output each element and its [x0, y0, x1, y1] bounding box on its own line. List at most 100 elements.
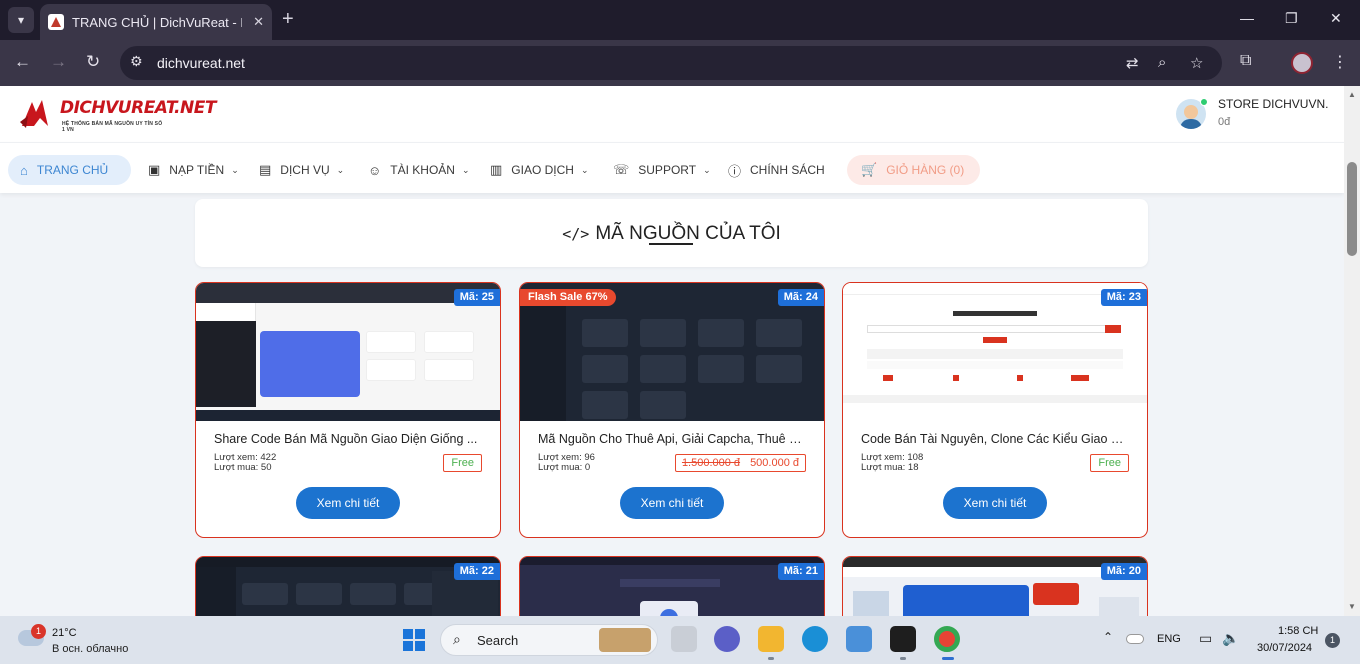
nav-transactions-label: GIAO DỊCH	[511, 163, 574, 177]
product-code-badge: Mã: 22	[453, 563, 500, 580]
nav-home-label: TRANG CHỦ	[36, 163, 109, 177]
app-running-indicator	[900, 657, 906, 660]
profile-avatar[interactable]	[1291, 52, 1313, 74]
site-header: DICHVUREAT.NET HỆ THỐNG BÁN MÃ NGUỒN UY …	[0, 86, 1344, 142]
user-balance: 0đ	[1218, 116, 1231, 128]
home-icon: ⌂	[20, 162, 28, 178]
nav-support-label: SUPPORT	[638, 163, 697, 177]
browser-toolbar: ← → ↻ ⚙ dichvureat.net ⇄ ⌕ ☆ ⧉ ⋮	[0, 40, 1360, 86]
nav-account-label: TÀI KHOẢN	[390, 163, 455, 177]
site-logo[interactable]: DICHVUREAT.NET HỆ THỐNG BÁN MÃ NGUỒN UY …	[16, 94, 216, 136]
nav-account[interactable]: ☺ TÀI KHOẢN ⌄	[368, 155, 470, 185]
onedrive-icon[interactable]	[1126, 634, 1144, 644]
address-bar[interactable]: ⚙ dichvureat.net ⇄ ⌕ ☆	[120, 46, 1222, 80]
cart-icon: 🛒	[861, 162, 878, 177]
product-stats: Lượt xem: 108 Lượt mua: 18	[861, 453, 923, 473]
edge-icon[interactable]	[802, 626, 828, 652]
chrome-icon[interactable]	[934, 626, 960, 652]
nav-services[interactable]: ▤ DỊCH VỤ ⌄	[259, 155, 344, 185]
scroll-up-icon[interactable]: ▲	[1348, 90, 1356, 99]
product-stats: Lượt xem: 422 Lượt mua: 50	[214, 453, 276, 473]
product-card[interactable]: Mã: 23 Code Bán Tài Nguyên, Clone Các Ki…	[842, 282, 1148, 538]
minimize-icon[interactable]: —	[1240, 10, 1254, 26]
clock-date[interactable]: 30/07/2024	[1257, 642, 1312, 654]
url-text[interactable]: dichvureat.net	[157, 55, 245, 71]
volume-icon[interactable]: 🔈	[1222, 630, 1239, 647]
new-tab-icon[interactable]: +	[282, 9, 294, 29]
tab-title: TRANG CHỦ | DichVuReat - Hệ	[72, 14, 242, 30]
nav-cart[interactable]: 🛒 GIỎ HÀNG (0)	[847, 155, 980, 185]
nav-support[interactable]: ☏ SUPPORT ⌄	[613, 155, 711, 185]
nav-transactions[interactable]: ▥ GIAO DỊCH ⌄	[490, 155, 589, 185]
back-icon[interactable]: ←	[14, 52, 31, 72]
view-detail-button[interactable]: Xem chi tiết	[296, 487, 400, 519]
nav-home[interactable]: ⌂ TRANG CHỦ	[8, 155, 131, 185]
code-icon: </>	[562, 225, 590, 243]
online-status-icon	[1200, 98, 1208, 106]
scroll-thumb[interactable]	[1347, 162, 1357, 256]
nav-policy-label: CHÍNH SÁCH	[750, 163, 825, 177]
product-purchases: Lượt mua: 18	[861, 462, 919, 473]
taskbar-search[interactable]: ⌕ Search	[440, 624, 658, 656]
input-language[interactable]: ENG	[1157, 633, 1181, 645]
clock-time[interactable]: 1:58 CH	[1278, 625, 1318, 637]
main-navbar: ⌂ TRANG CHỦ ▣ NẠP TIỀN ⌄ ▤ DỊCH VỤ ⌄ ☺ T…	[0, 142, 1344, 193]
nav-cart-label: GIỎ HÀNG (0)	[886, 163, 965, 177]
user-circle-icon: ☺	[368, 162, 382, 178]
app-running-indicator	[768, 657, 774, 660]
tab-search-button[interactable]: ▾	[8, 7, 34, 33]
reload-icon[interactable]: ↻	[86, 52, 100, 72]
product-title[interactable]: Code Bán Tài Nguyên, Clone Các Kiểu Giao…	[861, 432, 1131, 446]
product-card[interactable]: Flash Sale 67% Mã: 24 Mã Nguồn Cho Thuê …	[519, 282, 825, 538]
info-circle-icon: ⓘ	[728, 163, 742, 179]
logo-subtitle: HỆ THỐNG BÁN MÃ NGUỒN UY TÍN SỐ 1 VN	[62, 121, 163, 133]
page-scrollbar[interactable]: ▲ ▼	[1344, 86, 1360, 616]
price-tag: 1.500.000 đ 500.000 đ	[674, 454, 806, 472]
product-code-badge: Mã: 20	[1100, 563, 1147, 580]
scroll-down-icon[interactable]: ▼	[1348, 602, 1356, 611]
window-close-icon[interactable]: ✕	[1330, 10, 1342, 27]
zoom-icon[interactable]: ⌕	[1158, 54, 1166, 71]
store-icon[interactable]	[846, 626, 872, 652]
weather-condition[interactable]: В осн. облачно	[52, 643, 128, 655]
price-free-tag: Free	[443, 454, 482, 472]
price-free-tag: Free	[1090, 454, 1129, 472]
chevron-down-icon: ⌄	[336, 164, 345, 175]
network-icon[interactable]: ▭	[1199, 630, 1212, 647]
teams-icon[interactable]	[714, 626, 740, 652]
extensions-icon[interactable]: ⧉	[1240, 52, 1251, 70]
restore-icon[interactable]: ❐	[1285, 10, 1298, 27]
translate-icon[interactable]: ⇄	[1126, 54, 1139, 72]
product-card[interactable]: Mã: 21	[519, 556, 825, 616]
site-info-icon[interactable]: ⚙	[130, 53, 143, 70]
chevron-down-icon: ⌄	[461, 164, 470, 175]
flash-sale-badge: Flash Sale 67%	[520, 289, 616, 306]
product-card[interactable]: Mã: 20	[842, 556, 1148, 616]
chevron-down-icon: ⌄	[231, 164, 239, 175]
task-view-icon[interactable]	[671, 626, 697, 652]
bookmark-star-icon[interactable]: ☆	[1190, 54, 1203, 72]
tray-overflow-icon[interactable]: ⌃	[1103, 630, 1113, 644]
product-card[interactable]: Mã: 22	[195, 556, 501, 616]
old-price: 1.500.000 đ	[681, 457, 741, 469]
user-name[interactable]: STORE DICHVUVN.	[1218, 97, 1328, 111]
product-title[interactable]: Share Code Bán Mã Nguồn Giao Diện Giống …	[214, 432, 484, 446]
logo-text: DICHVUREAT.NET	[60, 98, 216, 118]
weather-temp[interactable]: 21°C	[52, 627, 77, 639]
notification-badge[interactable]: 1	[1325, 633, 1340, 648]
browser-menu-icon[interactable]: ⋮	[1332, 52, 1348, 72]
sale-price: 500.000 đ	[750, 457, 799, 469]
forward-icon[interactable]: →	[50, 52, 67, 72]
file-explorer-icon[interactable]	[758, 626, 784, 652]
product-title[interactable]: Mã Nguồn Cho Thuê Api, Giải Capcha, Thuê…	[538, 432, 808, 446]
view-detail-button[interactable]: Xem chi tiết	[620, 487, 724, 519]
nav-topup[interactable]: ▣ NẠP TIỀN ⌄	[148, 155, 239, 185]
browser-tab-active[interactable]: TRANG CHỦ | DichVuReat - Hệ ✕	[40, 4, 272, 40]
view-detail-button[interactable]: Xem chi tiết	[943, 487, 1047, 519]
product-purchases: Lượt mua: 0	[538, 462, 591, 473]
tab-close-icon[interactable]: ✕	[253, 14, 264, 30]
terminal-icon[interactable]	[890, 626, 916, 652]
nav-policy[interactable]: ⓘ CHÍNH SÁCH	[728, 155, 825, 185]
product-card[interactable]: Mã: 25 Share Code Bán Mã Nguồn Giao Diện…	[195, 282, 501, 538]
start-button[interactable]	[403, 629, 425, 651]
